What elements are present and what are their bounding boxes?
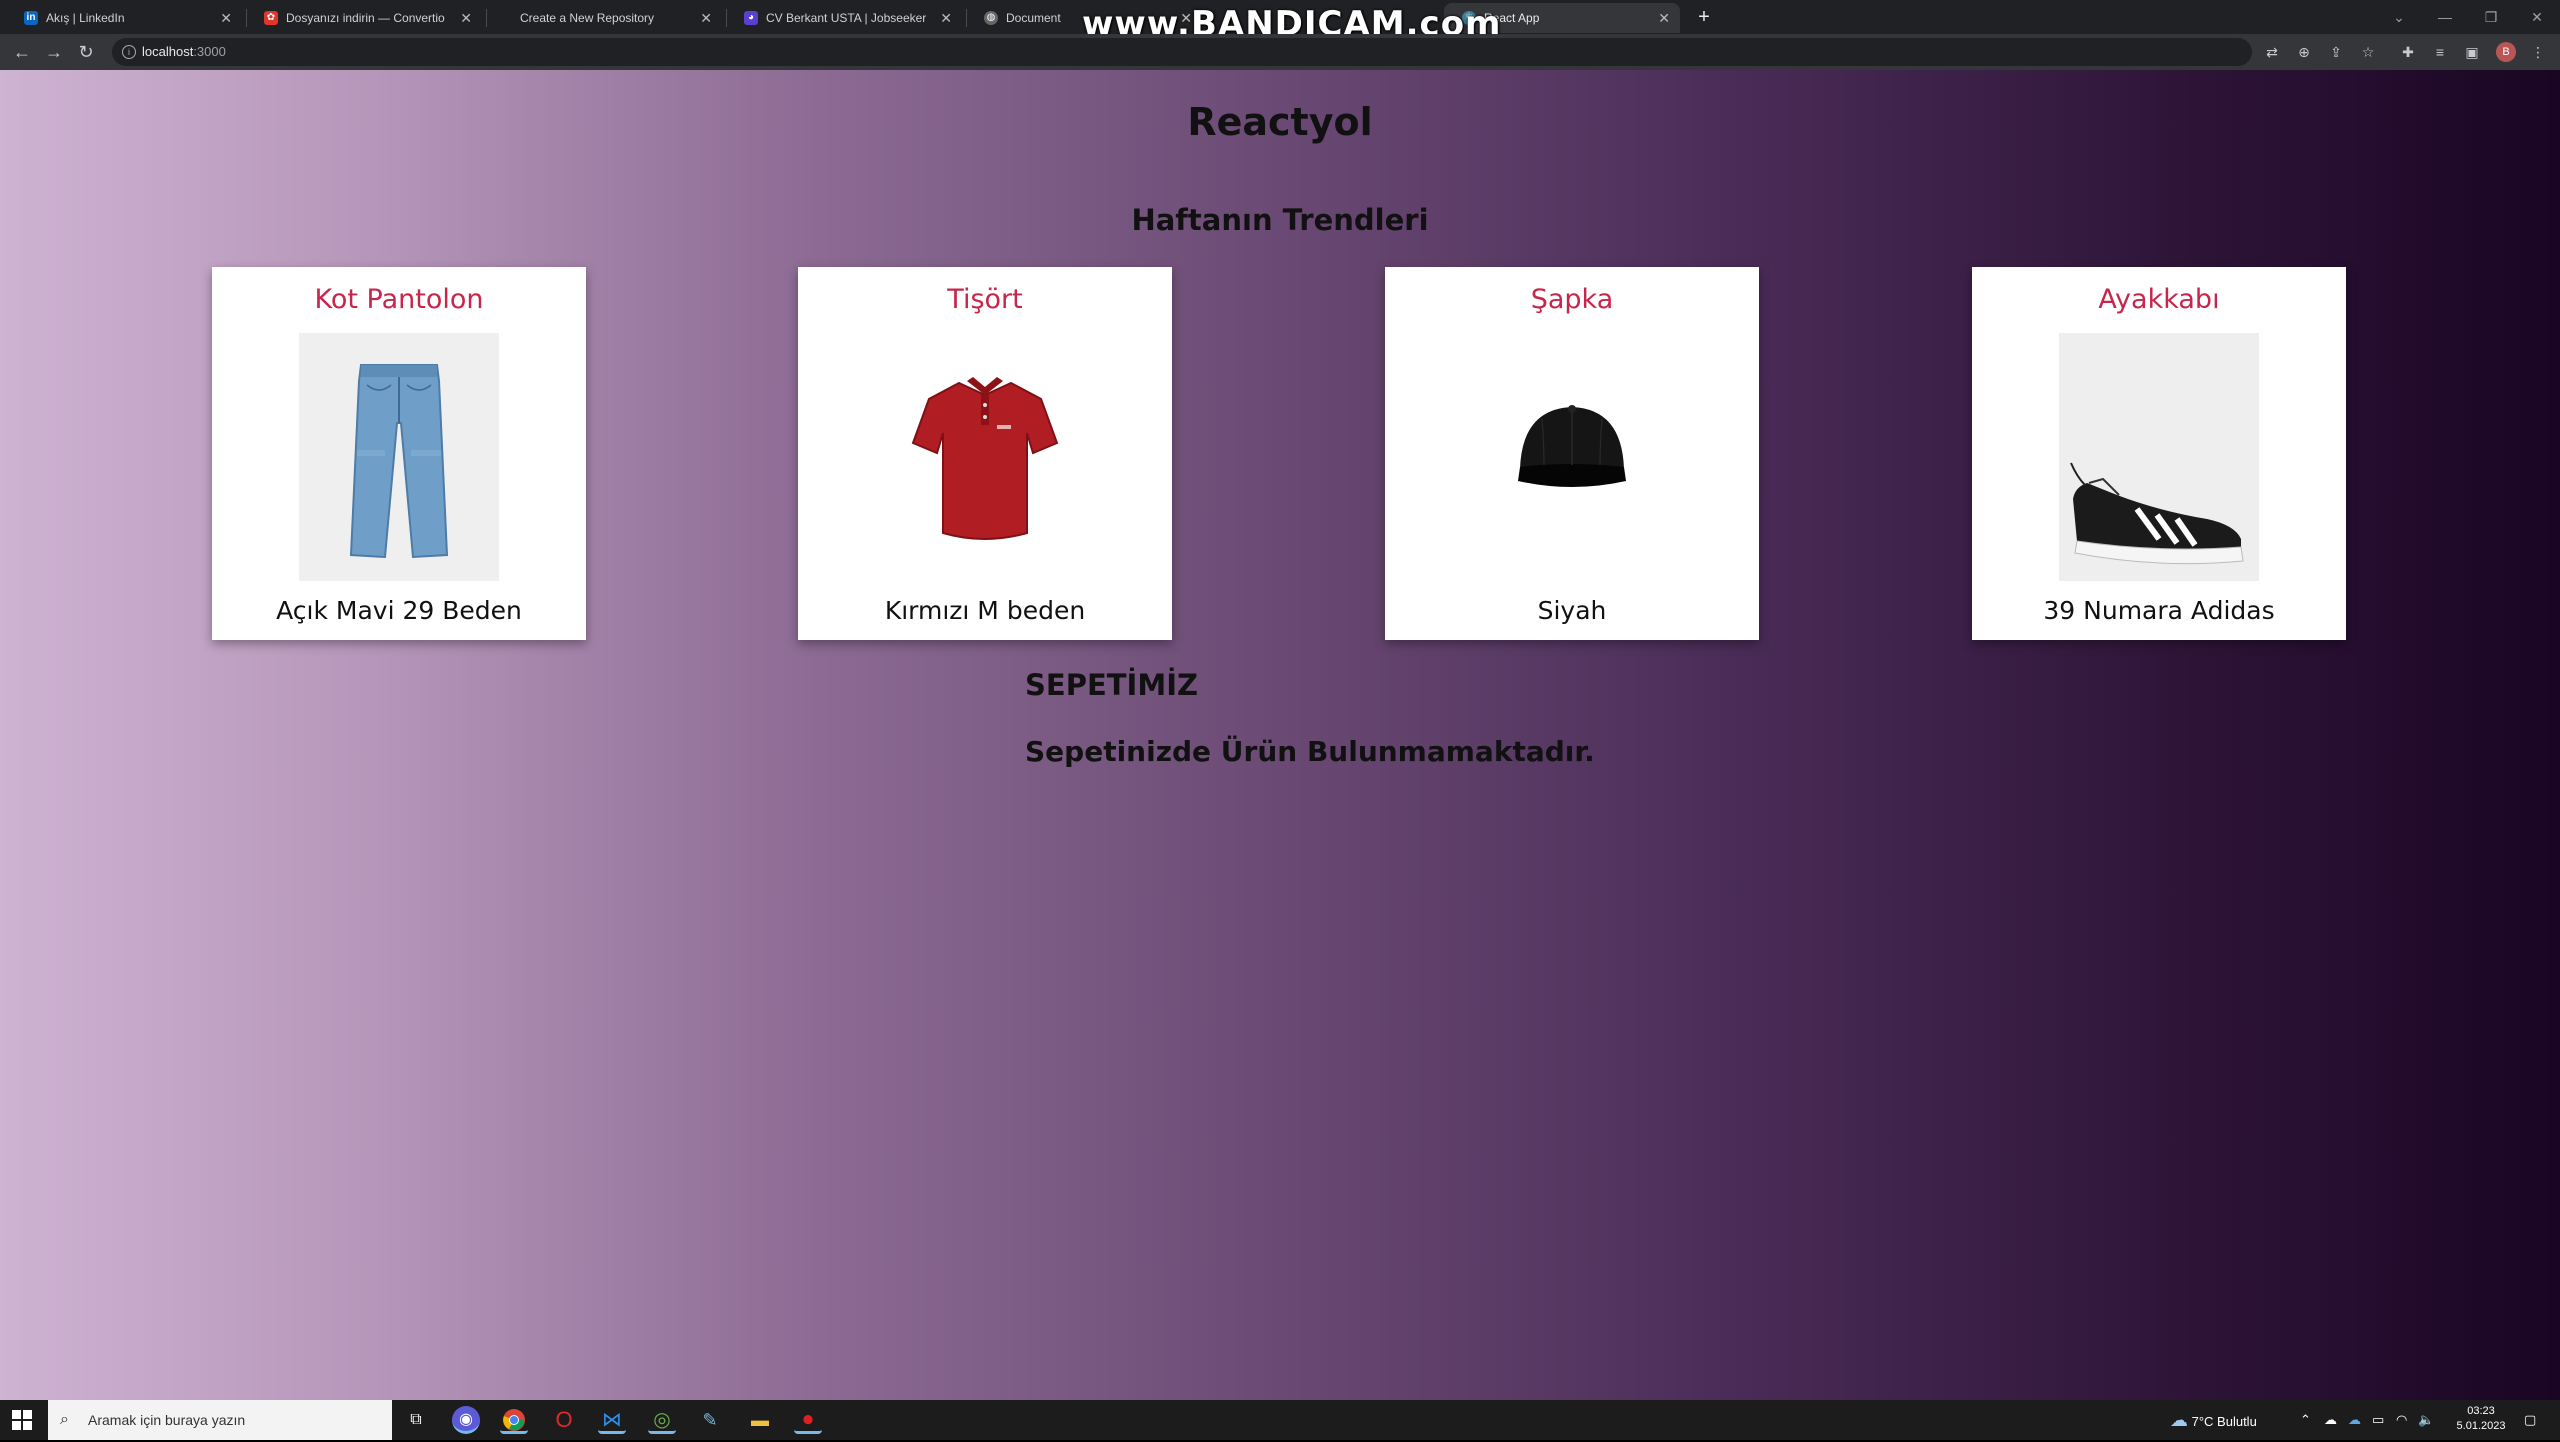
close-tab-icon[interactable]: ✕ bbox=[460, 3, 472, 33]
close-window-icon[interactable]: ✕ bbox=[2518, 4, 2556, 30]
menu-icon[interactable]: ⋮ bbox=[2528, 42, 2548, 62]
tab-title: CV Berkant USTA | Jobseeker bbox=[766, 11, 927, 25]
product-name: Tişört bbox=[947, 284, 1023, 315]
zoom-icon[interactable]: ⊕ bbox=[2294, 42, 2314, 62]
side-panel-icon[interactable]: ▣ bbox=[2462, 42, 2482, 62]
tshirt-image bbox=[885, 333, 1085, 581]
restore-icon[interactable]: ❐ bbox=[2472, 4, 2510, 30]
volume-icon[interactable]: 🔈 bbox=[2418, 1400, 2434, 1440]
search-icon: ⌕ bbox=[60, 1411, 69, 1428]
jobseeker-icon: ◕ bbox=[744, 11, 758, 25]
bandicam-record-icon[interactable]: ⏺ bbox=[794, 1406, 822, 1434]
notification-icon[interactable]: ▢ bbox=[2524, 1400, 2536, 1440]
browser-tab-strip: in Akış | LinkedIn ✕ ✿ Dosyanızı indirin… bbox=[0, 0, 2560, 44]
windows-start-icon[interactable] bbox=[12, 1410, 32, 1430]
product-description: 39 Numara Adidas bbox=[2043, 596, 2275, 625]
weather-widget[interactable]: ☁ 7°C Bulutlu bbox=[2170, 1400, 2257, 1440]
tab-linkedin[interactable]: in Akış | LinkedIn ✕ bbox=[6, 3, 242, 33]
bookmark-star-icon[interactable]: ☆ bbox=[2358, 42, 2378, 62]
show-hidden-icons[interactable]: ⌃ bbox=[2300, 1400, 2311, 1440]
url-text: localhost:3000 bbox=[142, 38, 226, 66]
linkedin-icon: in bbox=[24, 11, 38, 25]
product-description: Siyah bbox=[1537, 596, 1607, 625]
tab-jobseeker[interactable]: ◕ CV Berkant USTA | Jobseeker ✕ bbox=[726, 3, 962, 33]
search-placeholder: Aramak için buraya yazın bbox=[88, 1412, 246, 1428]
jeans-image bbox=[299, 333, 499, 581]
clock-date: 5.01.2023 bbox=[2456, 1420, 2506, 1432]
tab-title: Document bbox=[1006, 11, 1061, 25]
basket-empty-message: Sepetinizde Ürün Bulunmamaktadır. bbox=[1025, 735, 1595, 768]
wifi-icon[interactable]: ◠ bbox=[2396, 1400, 2407, 1440]
close-tab-icon[interactable]: ✕ bbox=[220, 3, 232, 33]
product-card-jeans[interactable]: Kot Pantolon Açık Mavi 29 Beden bbox=[212, 267, 586, 640]
share-icon[interactable]: ⇪ bbox=[2326, 42, 2346, 62]
address-bar[interactable]: i localhost:3000 bbox=[112, 38, 2252, 66]
close-tab-icon[interactable]: ✕ bbox=[700, 3, 712, 33]
close-tab-icon[interactable]: ✕ bbox=[1658, 3, 1670, 33]
trends-heading: Haftanın Trendleri bbox=[1131, 203, 1429, 237]
reading-list-icon[interactable]: ≡ bbox=[2430, 42, 2450, 62]
weather-text: 7°C Bulutlu bbox=[2191, 1414, 2257, 1429]
tab-title: Dosyanızı indirin — Convertio bbox=[286, 11, 445, 25]
opera-icon[interactable]: O bbox=[550, 1406, 578, 1434]
url-host: localhost bbox=[142, 44, 194, 59]
cloud-icon: ☁ bbox=[2170, 1410, 2188, 1430]
page-content: Reactyol Haftanın Trendleri Kot Pantolon… bbox=[0, 70, 2560, 1400]
browser-toolbar: ← → ↻ i localhost:3000 ⇄ ⊕ ⇪ ☆ ✚ ≡ ▣ B ⋮ bbox=[0, 34, 2560, 71]
onedrive-icon[interactable]: ☁ bbox=[2324, 1400, 2337, 1440]
minimize-icon[interactable]: — bbox=[2426, 4, 2464, 30]
sneaker-image bbox=[2059, 333, 2259, 581]
tab-convertio[interactable]: ✿ Dosyanızı indirin — Convertio ✕ bbox=[246, 3, 482, 33]
close-tab-icon[interactable]: ✕ bbox=[940, 3, 952, 33]
tab-search-icon[interactable]: ⌄ bbox=[2380, 4, 2418, 30]
site-title: Reactyol bbox=[1187, 100, 1373, 144]
product-card-sneaker[interactable]: Ayakkabı 39 Numara Adidas bbox=[1972, 267, 2346, 640]
system-clock[interactable]: 03:23 5.01.2023 bbox=[2446, 1404, 2516, 1434]
forward-icon[interactable]: → bbox=[42, 40, 66, 64]
product-card-cap[interactable]: Şapka Siyah bbox=[1385, 267, 1759, 640]
battery-icon[interactable]: ▭ bbox=[2372, 1400, 2384, 1440]
profile-avatar[interactable]: B bbox=[2496, 42, 2516, 62]
onedrive-business-icon[interactable]: ☁ bbox=[2348, 1400, 2361, 1440]
cap-image bbox=[1472, 333, 1672, 581]
site-info-icon[interactable]: i bbox=[122, 45, 136, 59]
basket-heading: SEPETİMİZ bbox=[1025, 668, 1199, 702]
url-port: :3000 bbox=[193, 44, 226, 59]
app-launcher-icon[interactable]: ◉ bbox=[452, 1406, 480, 1434]
globe-icon: ◍ bbox=[984, 11, 998, 25]
product-name: Şapka bbox=[1530, 284, 1614, 315]
product-name: Kot Pantolon bbox=[314, 284, 484, 315]
translate-icon[interactable]: ⇄ bbox=[2262, 42, 2282, 62]
reload-icon[interactable]: ↻ bbox=[74, 40, 98, 64]
convertio-icon: ✿ bbox=[264, 11, 278, 25]
new-tab-button[interactable]: + bbox=[1692, 6, 1716, 30]
tab-title: Create a New Repository bbox=[520, 11, 655, 25]
file-explorer-icon[interactable]: ▬ bbox=[746, 1406, 774, 1434]
clock-time: 03:23 bbox=[2467, 1405, 2495, 1417]
product-description: Açık Mavi 29 Beden bbox=[276, 596, 522, 625]
taskbar-search-box[interactable]: ⌕ Aramak için buraya yazın bbox=[48, 1400, 392, 1440]
chrome-icon[interactable] bbox=[500, 1406, 528, 1434]
notepad-icon[interactable]: ✎ bbox=[696, 1406, 724, 1434]
product-name: Ayakkabı bbox=[2098, 284, 2220, 315]
chrome-dev-icon[interactable]: ◎ bbox=[648, 1406, 676, 1434]
tab-title: Akış | LinkedIn bbox=[46, 11, 125, 25]
back-icon[interactable]: ← bbox=[10, 40, 34, 64]
windows-taskbar: ⌕ Aramak için buraya yazın ⧉ ◉ O ⋈ ◎ ✎ ▬… bbox=[0, 1400, 2560, 1440]
extensions-icon[interactable]: ✚ bbox=[2398, 42, 2418, 62]
task-view-icon[interactable]: ⧉ bbox=[402, 1406, 430, 1434]
product-description: Kırmızı M beden bbox=[884, 596, 1086, 625]
product-card-tshirt[interactable]: Tişört Kırmızı M beden bbox=[798, 267, 1172, 640]
tab-github[interactable]: Create a New Repository ✕ bbox=[486, 3, 722, 33]
vscode-icon[interactable]: ⋈ bbox=[598, 1406, 626, 1434]
